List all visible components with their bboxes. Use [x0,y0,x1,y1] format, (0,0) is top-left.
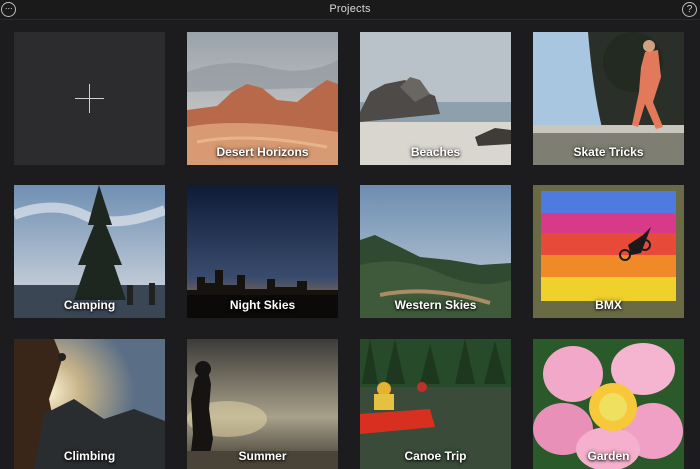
project-tile-skate-tricks[interactable]: Skate Tricks [533,32,684,165]
project-title: Climbing [63,449,116,463]
project-tile-beaches[interactable]: Beaches [360,32,511,165]
project-tile-camping[interactable]: Camping [14,185,165,318]
project-title: Summer [238,449,287,463]
project-tile-garden[interactable]: Garden [533,339,684,469]
project-tile-climbing[interactable]: Climbing [14,339,165,469]
project-tile-bmx[interactable]: BMX [533,185,684,318]
project-title: Skate Tricks [573,145,644,159]
project-title: Canoe Trip [404,449,467,463]
top-bar: ··· Projects ? [0,0,700,20]
page-title: Projects [329,3,371,15]
project-title: Beaches [410,145,461,159]
project-tile-night-skies[interactable]: Night Skies [187,185,338,318]
project-title: Camping [63,298,116,312]
project-tile-canoe-trip[interactable]: Canoe Trip [360,339,511,469]
project-title: Western Skies [394,298,477,312]
new-project-button[interactable] [14,32,165,165]
project-title: Desert Horizons [216,145,309,159]
project-title: BMX [595,298,622,312]
project-tile-desert-horizons[interactable]: Desert Horizons [187,32,338,165]
project-tile-western-skies[interactable]: Western Skies [360,185,511,318]
project-title: Garden [587,449,630,463]
project-title: Night Skies [229,298,296,312]
help-icon[interactable]: ? [682,2,697,17]
project-tile-summer[interactable]: Summer [187,339,338,469]
